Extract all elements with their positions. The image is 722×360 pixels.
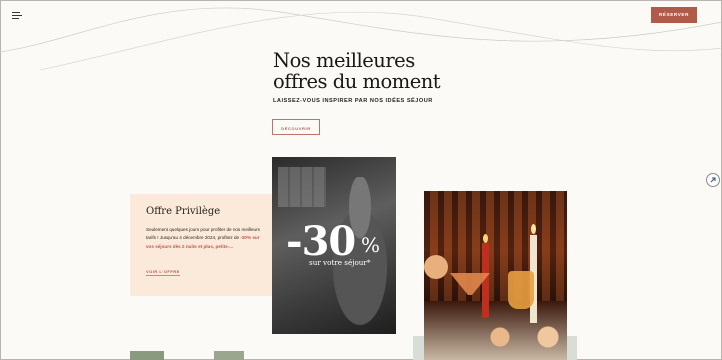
photo-flowers: [424, 255, 448, 279]
photo-flame: [483, 234, 488, 243]
arrow-up-right-icon: [710, 177, 716, 183]
promo-percentage: -30: [286, 218, 356, 265]
thumbnail-image: [130, 351, 164, 360]
photo-flame: [531, 224, 536, 234]
offer-title: Offre Privilège: [146, 206, 221, 217]
photo-wine-glass: [508, 271, 534, 309]
reserve-button[interactable]: RÉSERVER: [651, 7, 697, 23]
photo-curtain: [424, 191, 567, 301]
photo-window-detail: [278, 167, 326, 207]
page-subtitle: LAISSEZ-VOUS INSPIRER PAR NOS IDÉES SÉJO…: [273, 98, 433, 104]
dinner-photo: [424, 191, 567, 360]
hamburger-menu-icon[interactable]: [12, 12, 22, 20]
thumbnail-image: [214, 351, 244, 360]
photo-roses: [484, 325, 564, 349]
scroll-button[interactable]: [706, 173, 720, 187]
page-title-line-2: offres du moment: [273, 70, 441, 93]
view-offer-link[interactable]: VOIR L'OFFRE: [146, 269, 180, 276]
discover-button[interactable]: DÉCOUVRIR: [272, 119, 320, 135]
offer-description: Seulement quelques jours pour profiter d…: [146, 226, 266, 251]
promo-percent-sign: %: [361, 233, 381, 257]
page-title-line-1: Nos meilleures: [273, 49, 415, 72]
promo-caption: sur votre séjour*: [309, 258, 371, 267]
offer-card: Offre Privilège Seulement quelques jours…: [130, 194, 272, 296]
page-title: Nos meilleures offres du moment: [273, 49, 441, 93]
